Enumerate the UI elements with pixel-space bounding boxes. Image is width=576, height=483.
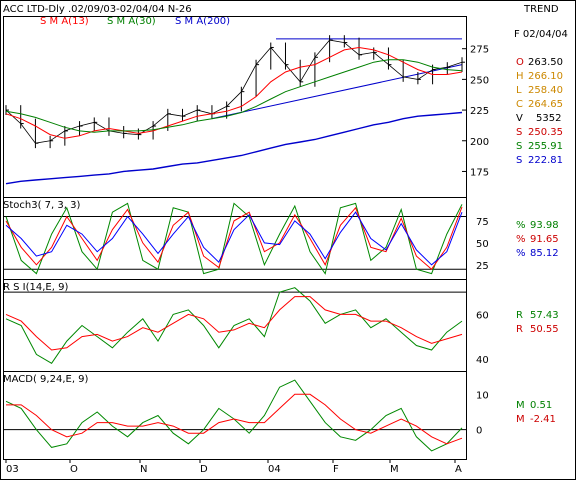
rsi-readout-1: R 57.43 — [516, 310, 559, 321]
readout-sma13: 250.35 — [528, 127, 563, 138]
macd-ytick-label: 10 — [476, 390, 489, 401]
xtick-label: N — [140, 464, 147, 475]
readout-high: 266.10 — [528, 71, 563, 82]
readout-close: 264.65 — [528, 99, 563, 110]
rsi-readout-2-value: 50.55 — [530, 324, 559, 335]
xtick-label: A — [455, 464, 462, 475]
trend-label: TREND — [523, 4, 559, 15]
readout-open: 263.50 — [528, 57, 563, 68]
xtick-label: 04 — [268, 464, 281, 475]
stoch-readout-1-value: 93.98 — [530, 220, 559, 231]
price-ytick-label: 275 — [470, 45, 489, 56]
readout-high-label: H — [516, 71, 524, 82]
rsi-title: R S I(14,E, 9) — [3, 282, 68, 293]
stoch-ytick-label: 75 — [476, 217, 489, 228]
stoch-readout-1: % 93.98 — [516, 220, 559, 231]
rsi-ytick-label: 60 — [476, 310, 489, 321]
xtick-label: D — [200, 464, 208, 475]
macd-readout-2-label: M — [516, 414, 525, 425]
macd-readout-1: M 0.51 — [516, 400, 552, 411]
readout-sma13-label: S — [516, 127, 522, 138]
readout-sma200-label: S — [516, 155, 522, 166]
xtick-label: O — [70, 464, 78, 475]
stoch-readout-2-value: 91.65 — [530, 234, 559, 245]
stoch-readout-3-prefix: % — [516, 248, 526, 259]
readout-high-row: H 266.10 — [516, 71, 563, 82]
xtick-label: F — [333, 464, 339, 475]
stoch-readout-1-prefix: % — [516, 220, 526, 231]
rsi-readout-2: R 50.55 — [516, 324, 559, 335]
price-ytick-label: 250 — [470, 75, 489, 86]
readout-close-label: C — [516, 99, 523, 110]
rsi-readout-1-label: R — [516, 310, 523, 321]
stoch-readout-3-value: 85.12 — [530, 248, 559, 259]
macd-ytick-label: 0 — [476, 426, 482, 437]
readout-open-row: O 263.50 — [516, 57, 563, 68]
chart-title: ACC LTD-Dly .02/09/03-02/04/04 N-26 — [3, 4, 192, 15]
macd-readout-2: M -2.41 — [516, 414, 556, 425]
readout-date: F 02/04/04 — [514, 29, 568, 40]
stoch-readout-2-prefix: % — [516, 234, 526, 245]
price-ytick-label: 225 — [470, 106, 489, 117]
chart-svg: ACC LTD-Dly .02/09/03-02/04/04 N-26 TREN… — [0, 0, 576, 480]
stoch-title: Stoch3( 7, 3, 3) — [3, 200, 80, 211]
macd-readout-1-label: M — [516, 400, 525, 411]
readout-volume-row: V 5352 — [516, 113, 561, 124]
xtick-label: M — [390, 464, 399, 475]
rsi-readout-1-value: 57.43 — [530, 310, 559, 321]
legend-sma200: S M A(200) — [175, 16, 230, 27]
readout-open-label: O — [516, 57, 524, 68]
price-ytick-label: 175 — [470, 167, 489, 178]
xtick-label: 03 — [6, 464, 19, 475]
legend-sma30: S M A(30) — [107, 16, 156, 27]
stoch-readout-2: % 91.65 — [516, 234, 559, 245]
macd-readout-1-value: 0.51 — [530, 400, 552, 411]
readout-volume-label: V — [516, 113, 523, 124]
readout-sma200: 222.81 — [528, 155, 563, 166]
rsi-readout-2-label: R — [516, 324, 523, 335]
macd-title: MACD( 9,24,E, 9) — [3, 374, 89, 385]
readout-low-label: L — [516, 85, 522, 96]
readout-sma30: 255.91 — [528, 141, 563, 152]
stoch-ytick-label: 50 — [476, 239, 489, 250]
readout-low: 258.40 — [528, 85, 563, 96]
readout-volume: 5352 — [536, 113, 561, 124]
macd-readout-2-value: -2.41 — [530, 414, 556, 425]
stock-chart: ACC LTD-Dly .02/09/03-02/04/04 N-26 TREN… — [0, 0, 576, 480]
legend-sma13: S M A(13) — [40, 16, 89, 27]
stoch-ytick-label: 25 — [476, 261, 489, 272]
stoch-readout-3: % 85.12 — [516, 248, 559, 259]
rsi-ytick-label: 40 — [476, 355, 489, 366]
readout-sma30-label: S — [516, 141, 522, 152]
price-ytick-label: 200 — [470, 137, 489, 148]
